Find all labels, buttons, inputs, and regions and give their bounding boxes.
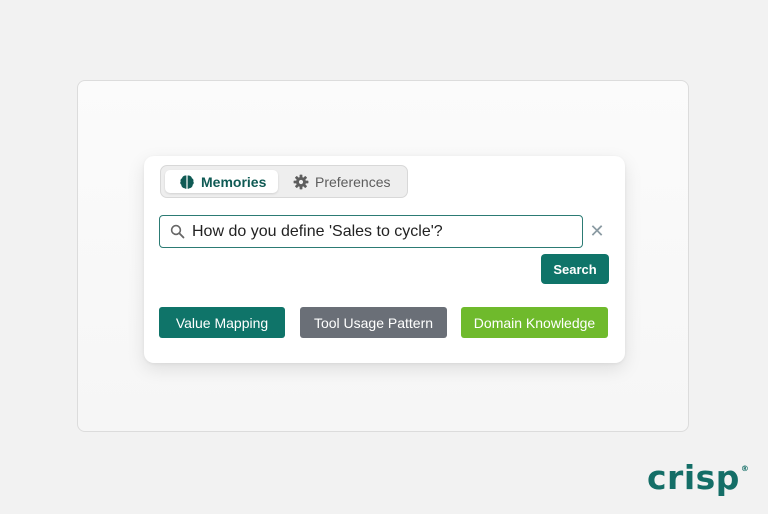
tab-preferences[interactable]: Preferences [291, 170, 390, 193]
crisp-logo: crisp® [647, 458, 749, 498]
tab-preferences-label: Preferences [315, 173, 391, 190]
registered-mark: ® [740, 464, 750, 473]
close-icon[interactable]: ✕ [589, 222, 605, 240]
tag-tool-usage-pattern[interactable]: Tool Usage Pattern [300, 307, 447, 338]
memory-search-panel: Memories Preferences How do you define '… [144, 156, 625, 363]
search-button[interactable]: Search [541, 254, 609, 284]
search-icon [170, 224, 185, 239]
tag-value-mapping[interactable]: Value Mapping [159, 307, 285, 338]
logo-text: crisp [647, 458, 740, 497]
search-input[interactable] [192, 222, 562, 241]
brain-icon [179, 174, 195, 190]
tag-domain-knowledge[interactable]: Domain Knowledge [461, 307, 608, 338]
tab-bar: Memories Preferences [160, 165, 408, 198]
tab-memories-label: Memories [201, 173, 267, 190]
search-field [159, 215, 583, 248]
gear-icon [293, 174, 309, 190]
tab-memories[interactable]: Memories [165, 170, 278, 193]
